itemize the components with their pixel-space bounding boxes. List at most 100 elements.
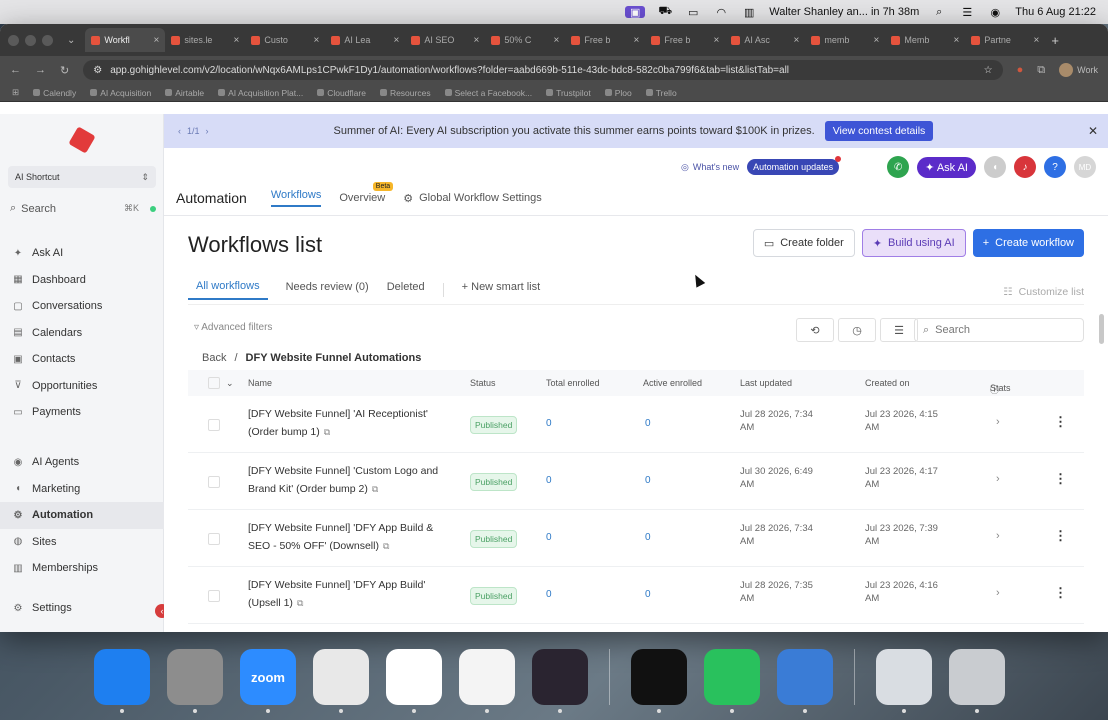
sidebar-item-ai-agents[interactable]: ◉ AI Agents bbox=[0, 449, 164, 476]
apps-grid-icon[interactable]: ⊞ bbox=[12, 87, 19, 98]
sidebar-item-payments[interactable]: ▭ Payments bbox=[0, 399, 164, 426]
new-smart-list-button[interactable]: + New smart list bbox=[462, 281, 541, 299]
bookmark-item[interactable]: AI Acquisition Plat... bbox=[218, 88, 303, 98]
extensions-puzzle-icon[interactable]: ⧉ bbox=[1037, 64, 1045, 77]
whats-new-link[interactable]: ◎ What's new bbox=[681, 162, 739, 173]
table-row[interactable]: [DFY Website Funnel] 'DFY App Build' (Up… bbox=[188, 567, 1084, 624]
forward-arrow-icon[interactable]: → bbox=[35, 64, 46, 76]
advanced-filters-button[interactable]: ▿ Advanced filters bbox=[194, 322, 272, 333]
help-icon[interactable]: ? bbox=[1044, 156, 1066, 178]
view-contest-button[interactable]: View contest details bbox=[824, 121, 934, 141]
close-tab-icon[interactable]: × bbox=[874, 35, 880, 46]
column-created-on[interactable]: Created on bbox=[865, 378, 910, 388]
phone-icon[interactable]: ✆ bbox=[887, 156, 910, 178]
bookmark-item[interactable]: AI Acquisition bbox=[90, 88, 151, 98]
row-menu-icon[interactable]: ⋮ bbox=[1054, 471, 1067, 487]
wifi-icon[interactable]: ◠ bbox=[713, 6, 729, 19]
browser-tab[interactable]: sites.le × bbox=[165, 28, 245, 52]
bookmark-item[interactable]: Resources bbox=[379, 88, 431, 98]
row-checkbox[interactable] bbox=[208, 419, 220, 431]
active-enrolled-link[interactable]: 0 bbox=[645, 418, 651, 429]
column-total-enrolled[interactable]: Total enrolled bbox=[546, 378, 600, 388]
workflow-name-link[interactable]: [DFY Website Funnel] 'Custom Logo and Br… bbox=[248, 463, 448, 498]
close-tab-icon[interactable]: × bbox=[954, 35, 960, 46]
tab-overview[interactable]: Overview Beta bbox=[339, 182, 394, 204]
close-tab-icon[interactable]: × bbox=[314, 35, 320, 46]
sidebar-item-ask-ai[interactable]: ✦ Ask AI bbox=[0, 240, 164, 267]
column-active-enrolled[interactable]: Active enrolled bbox=[643, 378, 702, 388]
trash-icon[interactable] bbox=[949, 649, 1005, 713]
workflow-name-link[interactable]: [DFY Website Funnel] 'DFY App Build' (Up… bbox=[248, 577, 448, 612]
chevron-left-icon[interactable]: ‹ bbox=[178, 126, 181, 136]
customize-list-button[interactable]: ☷ Customize list bbox=[1003, 286, 1084, 298]
extension-icon[interactable]: ● bbox=[1017, 64, 1024, 76]
page-scrollbar[interactable] bbox=[1099, 314, 1104, 344]
row-checkbox[interactable] bbox=[208, 590, 220, 602]
spotlight-icon[interactable]: ⌕ bbox=[931, 6, 947, 18]
bookmark-item[interactable]: Calendly bbox=[33, 88, 76, 98]
row-menu-icon[interactable]: ⋮ bbox=[1054, 528, 1067, 544]
minimize-window-button[interactable] bbox=[25, 34, 36, 46]
reload-icon[interactable]: ↻ bbox=[60, 64, 69, 77]
bookmark-item[interactable]: Cloudflare bbox=[317, 88, 366, 98]
spotify-icon[interactable] bbox=[631, 649, 687, 713]
back-arrow-icon[interactable]: ← bbox=[10, 64, 21, 76]
close-tab-icon[interactable]: × bbox=[154, 35, 160, 46]
column-last-updated[interactable]: Last updated bbox=[740, 378, 792, 388]
address-bar[interactable]: ⚙ app.gohighlevel.com/v2/location/wNqx6A… bbox=[83, 60, 1003, 80]
tab-deleted[interactable]: Deleted bbox=[387, 281, 425, 299]
close-tab-icon[interactable]: × bbox=[714, 35, 720, 46]
ask-ai-button[interactable]: ✦ Ask AI bbox=[917, 156, 976, 178]
calendar-status-icon[interactable]: ▥ bbox=[741, 6, 757, 19]
close-window-button[interactable] bbox=[8, 34, 19, 46]
external-link-icon[interactable]: ⧉ bbox=[297, 598, 303, 608]
table-row[interactable]: [DFY Website Funnel] 'AI Receptionist' (… bbox=[188, 396, 1084, 453]
chrome-icon[interactable] bbox=[313, 649, 369, 713]
external-link-icon[interactable]: ⧉ bbox=[324, 427, 330, 437]
quick-action-icon[interactable] bbox=[150, 205, 156, 212]
bookmark-star-icon[interactable]: ☆ bbox=[984, 65, 993, 76]
bookmark-item[interactable]: Airtable bbox=[165, 88, 204, 98]
close-tab-icon[interactable]: × bbox=[1034, 35, 1040, 46]
sidebar-item-opportunities[interactable]: ⊽ Opportunities bbox=[0, 373, 164, 400]
chevron-right-icon[interactable]: › bbox=[996, 587, 1000, 599]
build-using-ai-button[interactable]: ✦ Build using AI bbox=[861, 229, 966, 257]
zoom-icon[interactable]: zoom bbox=[240, 649, 296, 713]
sidebar-item-marketing[interactable]: ◖ Marketing bbox=[0, 476, 164, 503]
chevron-right-icon[interactable]: › bbox=[996, 530, 1000, 542]
settings-icon[interactable] bbox=[167, 649, 223, 713]
row-menu-icon[interactable]: ⋮ bbox=[1054, 585, 1067, 601]
row-checkbox[interactable] bbox=[208, 476, 220, 488]
close-tab-icon[interactable]: × bbox=[554, 35, 560, 46]
create-workflow-button[interactable]: + Create workflow bbox=[972, 229, 1084, 257]
history-icon[interactable]: ⟲ bbox=[796, 318, 834, 342]
chevron-right-icon[interactable]: › bbox=[206, 126, 209, 136]
audio-app-icon[interactable] bbox=[532, 649, 588, 713]
sidebar-item-settings[interactable]: ⚙ Settings bbox=[0, 595, 164, 622]
browser-tab[interactable]: AI Asc × bbox=[725, 28, 805, 52]
browser-tab[interactable]: 50% C × bbox=[485, 28, 565, 52]
profile-avatar[interactable]: Work bbox=[1059, 63, 1098, 77]
bell-icon[interactable]: ♪ bbox=[1014, 156, 1036, 178]
create-folder-button[interactable]: ▭ Create folder bbox=[752, 229, 855, 257]
car-icon[interactable]: ⛟ bbox=[657, 5, 673, 18]
close-tab-icon[interactable]: × bbox=[234, 35, 240, 46]
chevron-right-icon[interactable]: › bbox=[996, 473, 1000, 485]
battery-icon[interactable]: ▭ bbox=[685, 6, 701, 19]
browser-tab[interactable]: AI SEO × bbox=[405, 28, 485, 52]
bookmark-item[interactable]: Trustpilot bbox=[546, 88, 591, 98]
bookmark-item[interactable]: Trello bbox=[645, 88, 677, 98]
sidebar-item-automation[interactable]: ⚙ Automation bbox=[0, 502, 164, 529]
sort-chevron-icon[interactable]: ⌄ bbox=[226, 378, 234, 389]
tab-all-workflows[interactable]: All workflows bbox=[188, 280, 268, 300]
close-tab-icon[interactable]: × bbox=[394, 35, 400, 46]
workflow-search-input[interactable]: ⌕ Search bbox=[914, 318, 1084, 342]
table-row[interactable]: [DFY Website Funnel] 'DFY App Build & SE… bbox=[188, 510, 1084, 567]
site-info-icon[interactable]: ⚙ bbox=[93, 65, 102, 76]
workflow-name-link[interactable]: [DFY Website Funnel] 'AI Receptionist' (… bbox=[248, 406, 448, 441]
sidebar-item-dashboard[interactable]: ▦ Dashboard bbox=[0, 267, 164, 294]
chevron-right-icon[interactable]: › bbox=[996, 416, 1000, 428]
account-switcher[interactable]: AI Shortcut ⇕ bbox=[8, 166, 156, 188]
row-checkbox[interactable] bbox=[208, 533, 220, 545]
browser-tab[interactable]: Memb × bbox=[885, 28, 965, 52]
